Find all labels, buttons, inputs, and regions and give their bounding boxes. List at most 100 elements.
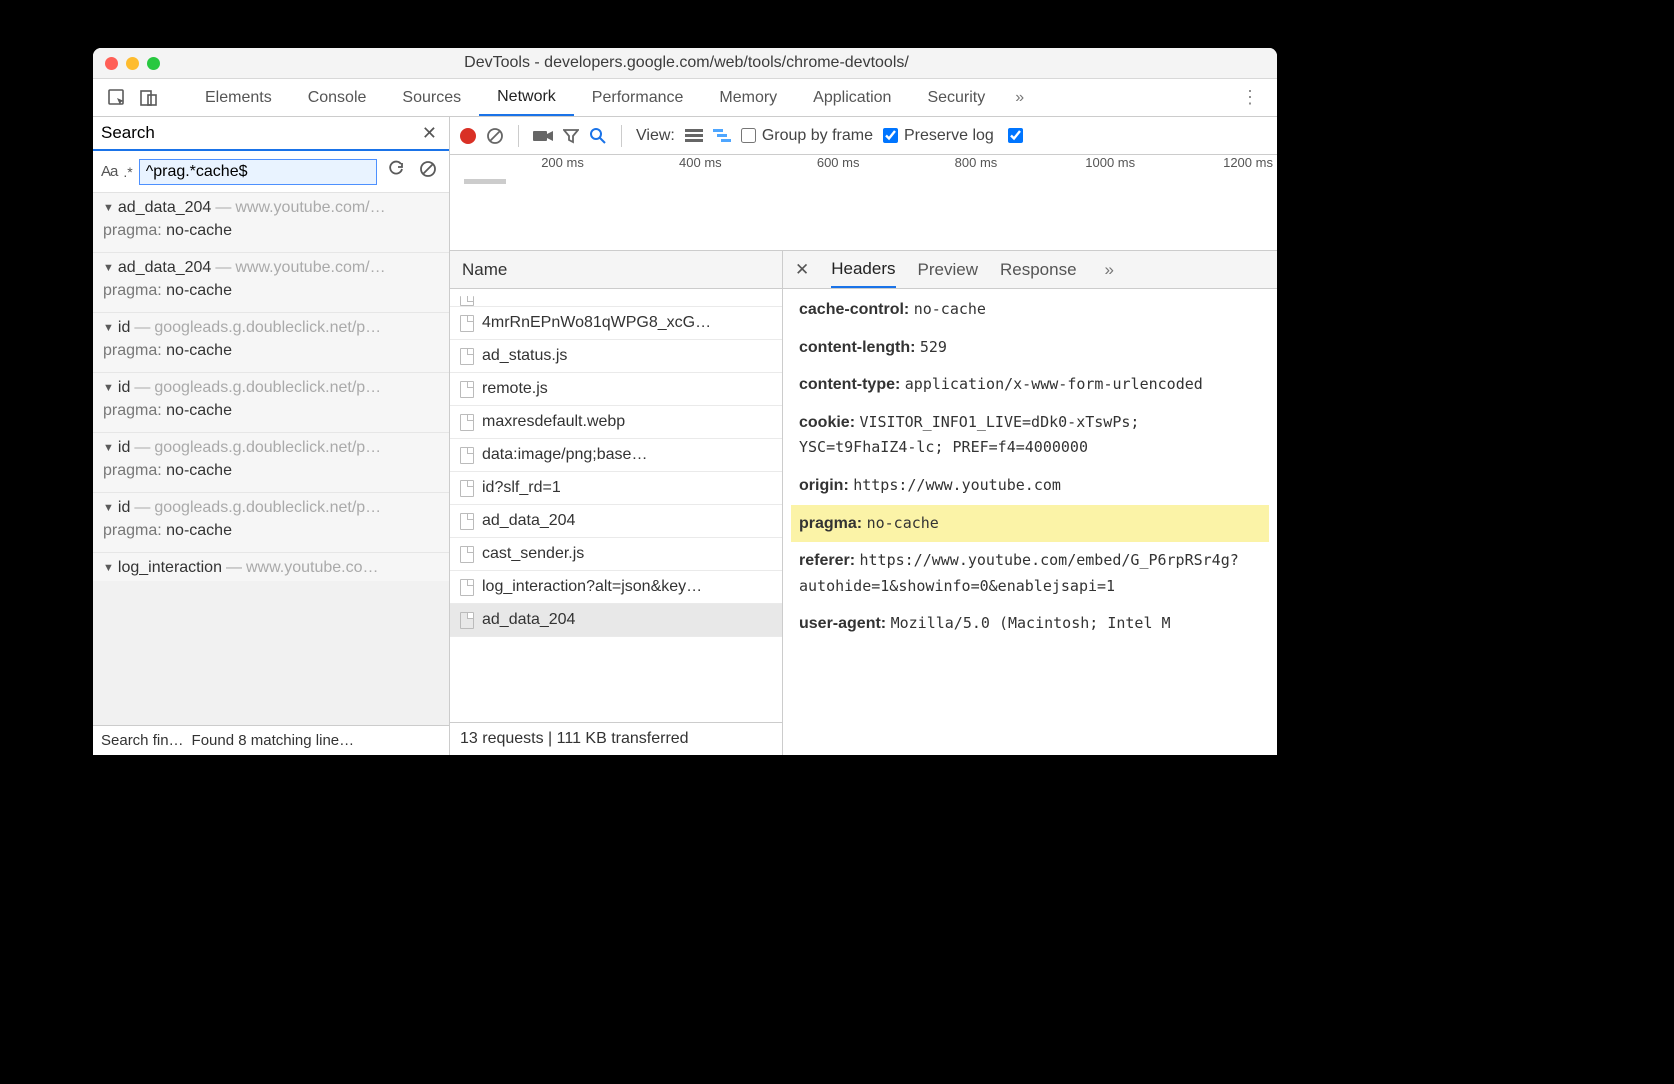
disclosure-triangle-icon[interactable]: ▼	[103, 382, 114, 394]
request-row[interactable]	[450, 289, 782, 307]
preserve-log-checkbox[interactable]: Preserve log	[883, 127, 994, 145]
disclosure-triangle-icon[interactable]: ▼	[103, 322, 114, 334]
header-row[interactable]: cookie: VISITOR_INFO1_LIVE=dDk0-xTswPs; …	[791, 404, 1269, 467]
search-result-name: id	[118, 319, 130, 337]
inspect-element-icon[interactable]	[101, 79, 133, 116]
search-result-domain: www.youtube.com/…	[235, 259, 385, 277]
search-results: ▼ad_data_204 — www.youtube.com/…pragma: …	[93, 193, 449, 725]
headers-body: cache-control: no-cachecontent-length: 5…	[783, 289, 1277, 755]
request-row[interactable]: ad_data_204	[450, 604, 782, 637]
close-detail-icon[interactable]: ✕	[795, 260, 809, 280]
timeline-overview[interactable]: 200 ms400 ms600 ms800 ms1000 ms1200 ms	[450, 155, 1277, 251]
filter-icon[interactable]	[563, 128, 579, 144]
more-detail-tabs-icon[interactable]: »	[1105, 260, 1114, 280]
extra-checkbox-input[interactable]	[1008, 128, 1023, 143]
search-result[interactable]: ▼ad_data_204 — www.youtube.com/…pragma: …	[93, 252, 449, 312]
request-name: cast_sender.js	[482, 545, 584, 563]
header-row[interactable]: referer: https://www.youtube.com/embed/G…	[791, 542, 1269, 605]
header-key: content-length:	[799, 339, 915, 356]
group-by-frame-input[interactable]	[741, 128, 756, 143]
request-row[interactable]: data:image/png;base…	[450, 439, 782, 472]
search-result[interactable]: ▼id — googleads.g.doubleclick.net/p…prag…	[93, 312, 449, 372]
file-icon	[460, 546, 474, 563]
header-row[interactable]: content-type: application/x-www-form-url…	[791, 366, 1269, 404]
request-row[interactable]: ad_data_204	[450, 505, 782, 538]
request-row[interactable]: log_interaction?alt=json&key…	[450, 571, 782, 604]
tab-preview[interactable]: Preview	[918, 260, 978, 280]
tab-security[interactable]: Security	[909, 79, 1003, 116]
tab-elements[interactable]: Elements	[187, 79, 290, 116]
search-result-name: ad_data_204	[118, 259, 211, 277]
requests-summary: 13 requests | 111 KB transferred	[450, 722, 782, 755]
request-row[interactable]: ad_status.js	[450, 340, 782, 373]
disclosure-triangle-icon[interactable]: ▼	[103, 442, 114, 454]
tab-sources[interactable]: Sources	[384, 79, 479, 116]
search-result-key: pragma:	[103, 462, 162, 479]
header-row[interactable]: origin: https://www.youtube.com	[791, 467, 1269, 505]
search-result[interactable]: ▼id — googleads.g.doubleclick.net/p…prag…	[93, 372, 449, 432]
search-result-domain: googleads.g.doubleclick.net/p…	[154, 319, 381, 337]
large-rows-icon[interactable]	[685, 129, 703, 143]
request-name: id?slf_rd=1	[482, 479, 561, 497]
request-row[interactable]: remote.js	[450, 373, 782, 406]
waterfall-icon[interactable]	[713, 129, 731, 143]
tab-headers[interactable]: Headers	[831, 251, 895, 288]
search-result[interactable]: ▼id — googleads.g.doubleclick.net/p…prag…	[93, 432, 449, 492]
header-row[interactable]: content-length: 529	[791, 329, 1269, 367]
more-tabs-icon[interactable]: »	[1003, 89, 1036, 107]
file-icon	[460, 579, 474, 596]
disable-cache-checkbox[interactable]	[1008, 128, 1023, 143]
search-result-key: pragma:	[103, 402, 162, 419]
disclosure-triangle-icon[interactable]: ▼	[103, 202, 114, 214]
devtools-window: DevTools - developers.google.com/web/too…	[93, 48, 1277, 755]
search-result-domain: googleads.g.doubleclick.net/p…	[154, 439, 381, 457]
refresh-search-icon[interactable]	[383, 160, 409, 183]
search-result[interactable]: ▼ad_data_204 — www.youtube.com/…pragma: …	[93, 193, 449, 252]
header-key: origin:	[799, 477, 849, 494]
tab-network[interactable]: Network	[479, 79, 574, 116]
request-row[interactable]: id?slf_rd=1	[450, 472, 782, 505]
header-value: https://www.youtube.com/embed/G_P6rpRSr4…	[799, 551, 1239, 595]
request-name: 4mrRnEPnWo81qWPG8_xcG…	[482, 314, 711, 332]
request-row[interactable]: cast_sender.js	[450, 538, 782, 571]
view-label: View:	[636, 127, 675, 145]
header-row[interactable]: pragma: no-cache	[791, 505, 1269, 543]
search-result[interactable]: ▼id — googleads.g.doubleclick.net/p…prag…	[93, 492, 449, 552]
file-icon	[460, 381, 474, 398]
match-case-icon[interactable]: Aa	[101, 163, 117, 180]
minimize-window-button[interactable]	[126, 57, 139, 70]
preserve-log-input[interactable]	[883, 128, 898, 143]
disclosure-triangle-icon[interactable]: ▼	[103, 562, 114, 574]
screenshots-icon[interactable]	[533, 129, 553, 143]
disclosure-triangle-icon[interactable]: ▼	[103, 502, 114, 514]
request-row[interactable]: 4mrRnEPnWo81qWPG8_xcG…	[450, 307, 782, 340]
disclosure-triangle-icon[interactable]: ▼	[103, 262, 114, 274]
close-search-pane-button[interactable]: ✕	[418, 123, 441, 144]
search-status-left: Search fin…	[101, 732, 184, 749]
search-result[interactable]: ▼log_interaction — www.youtube.co…	[93, 552, 449, 581]
record-button[interactable]	[460, 128, 476, 144]
tab-response[interactable]: Response	[1000, 260, 1077, 280]
clear-search-icon[interactable]	[415, 160, 441, 183]
search-input[interactable]	[139, 159, 377, 185]
regex-toggle-icon[interactable]: .*	[123, 164, 132, 180]
header-row[interactable]: cache-control: no-cache	[791, 291, 1269, 329]
close-window-button[interactable]	[105, 57, 118, 70]
tab-console[interactable]: Console	[290, 79, 385, 116]
tab-application[interactable]: Application	[795, 79, 909, 116]
header-value: https://www.youtube.com	[853, 476, 1061, 494]
search-network-icon[interactable]	[589, 127, 607, 145]
clear-button[interactable]	[486, 127, 504, 145]
group-by-frame-checkbox[interactable]: Group by frame	[741, 127, 873, 145]
request-row[interactable]: maxresdefault.webp	[450, 406, 782, 439]
header-row[interactable]: user-agent: Mozilla/5.0 (Macintosh; Inte…	[791, 605, 1269, 643]
name-column-header[interactable]: Name	[450, 251, 782, 289]
tab-performance[interactable]: Performance	[574, 79, 702, 116]
device-toolbar-icon[interactable]	[133, 79, 165, 116]
settings-menu-icon[interactable]: ⋮	[1231, 87, 1269, 108]
tab-memory[interactable]: Memory	[701, 79, 795, 116]
zoom-window-button[interactable]	[147, 57, 160, 70]
file-icon	[460, 414, 474, 431]
request-name: ad_data_204	[482, 611, 575, 629]
header-key: referer:	[799, 552, 855, 569]
